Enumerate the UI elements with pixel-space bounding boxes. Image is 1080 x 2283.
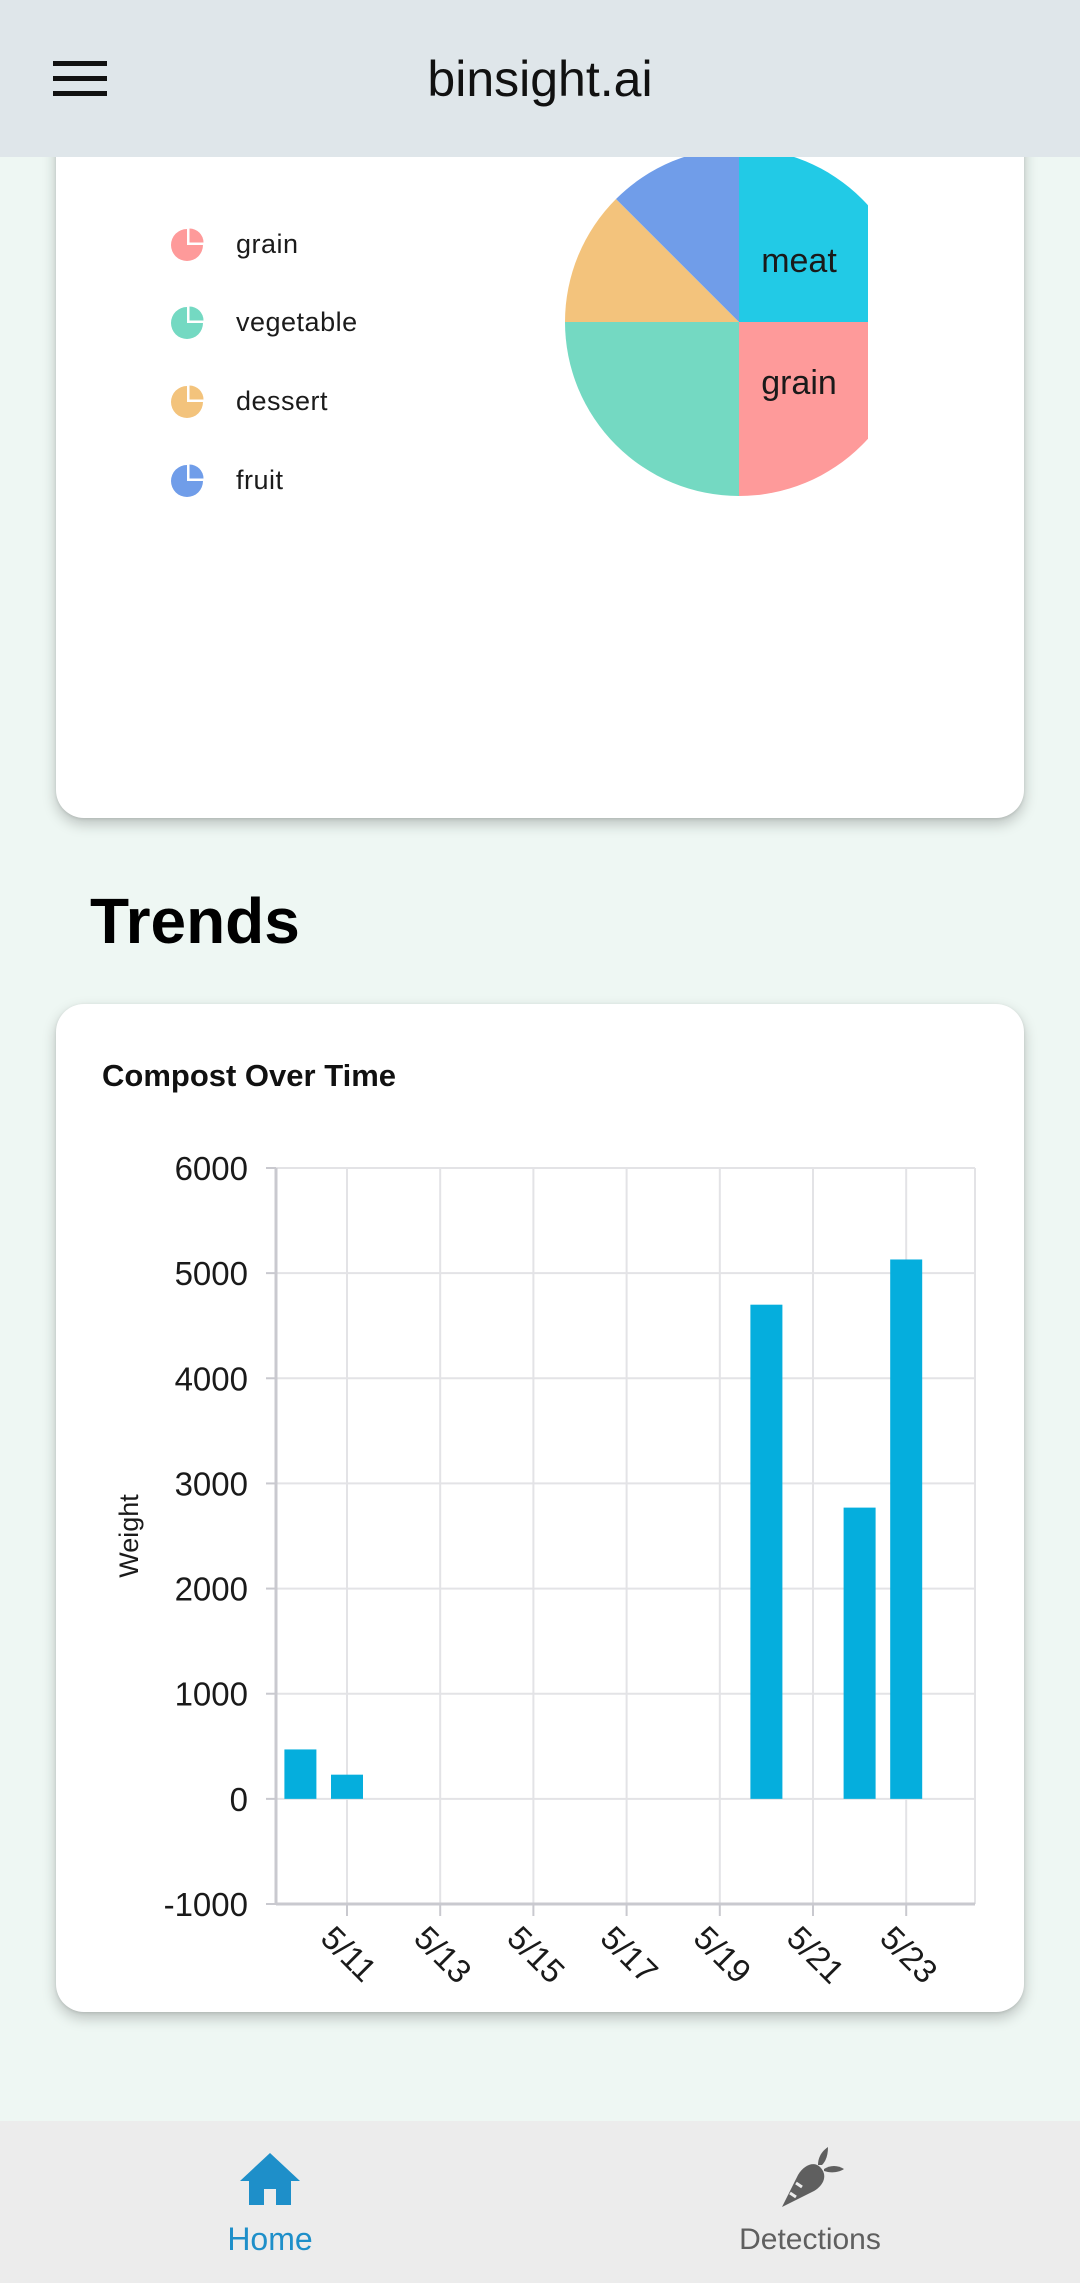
y-tick-label: 6000 xyxy=(175,1150,248,1187)
legend-label: fruit xyxy=(236,464,284,495)
trends-heading: Trends xyxy=(90,885,300,957)
y-axis-label: Weight xyxy=(114,1494,144,1578)
pie-chart: meat grain xyxy=(508,100,913,500)
legend-item-vegetable: vegetable xyxy=(170,300,358,344)
x-tick-label: 5/19 xyxy=(687,1919,759,1991)
y-tick-label: 1000 xyxy=(175,1676,248,1713)
y-tick-label: -1000 xyxy=(164,1886,248,1923)
nav-detections[interactable]: Detections xyxy=(660,2121,960,2283)
x-tick-label: 5/21 xyxy=(780,1919,852,1991)
pie-legend-icon xyxy=(171,228,204,261)
x-tick-label: 5/23 xyxy=(873,1919,945,1991)
home-icon xyxy=(240,2153,300,2205)
bar-5-10 xyxy=(284,1749,317,1799)
pie-legend-icon xyxy=(171,385,204,418)
bar-5-20 xyxy=(750,1304,783,1799)
y-tick-label: 5000 xyxy=(175,1255,248,1292)
carrot-icon xyxy=(782,2147,844,2207)
pie-slice-grain xyxy=(739,322,913,496)
legend-label: vegetable xyxy=(236,306,358,337)
bottom-nav: Home Detections xyxy=(0,2121,1080,2283)
x-tick-label: 5/17 xyxy=(594,1919,666,1991)
pie-slice-meat xyxy=(739,148,913,322)
legend-item-fruit: fruit xyxy=(170,458,284,502)
legend-label: dessert xyxy=(236,385,329,416)
nav-home-label: Home xyxy=(227,2221,313,2257)
legend-label: grain xyxy=(236,228,299,259)
nav-home[interactable]: Home xyxy=(120,2121,420,2283)
compost-bar-chart: 6000 5000 4000 3000 2000 1000 0 -1000 5/11 5/13 5/… xyxy=(114,1150,976,1991)
pie-legend-icon xyxy=(171,306,204,339)
pie-label-grain: grain xyxy=(761,364,837,402)
legend-item-grain: grain xyxy=(170,222,299,266)
compost-trend-card: Compost Over Time 6000 5000 4000 3000 2000 10… xyxy=(56,1004,1024,2012)
app-title: binsight.ai xyxy=(427,51,653,107)
pie-slice-vegetable xyxy=(565,322,739,496)
waste-breakdown-card: grain vegetable dessert fruit meat grain xyxy=(56,100,1024,818)
x-tick-label: 5/13 xyxy=(407,1919,479,1991)
y-tick-label: 2000 xyxy=(175,1571,248,1608)
y-tick-label: 3000 xyxy=(175,1465,248,1502)
bar-5-23 xyxy=(890,1259,923,1799)
x-tick-label: 5/15 xyxy=(500,1919,572,1991)
pie-label-meat: meat xyxy=(761,242,837,280)
legend-item-dessert: dessert xyxy=(170,379,328,423)
y-tick-label: 4000 xyxy=(175,1360,248,1397)
bar-5-22 xyxy=(843,1507,876,1799)
nav-detections-label: Detections xyxy=(739,2223,881,2256)
pie-legend-icon xyxy=(171,464,204,497)
app-bar: binsight.ai xyxy=(0,0,1080,157)
bar-5-11 xyxy=(331,1774,363,1799)
y-tick-label: 0 xyxy=(230,1781,248,1818)
x-tick-label: 5/11 xyxy=(314,1919,384,1989)
